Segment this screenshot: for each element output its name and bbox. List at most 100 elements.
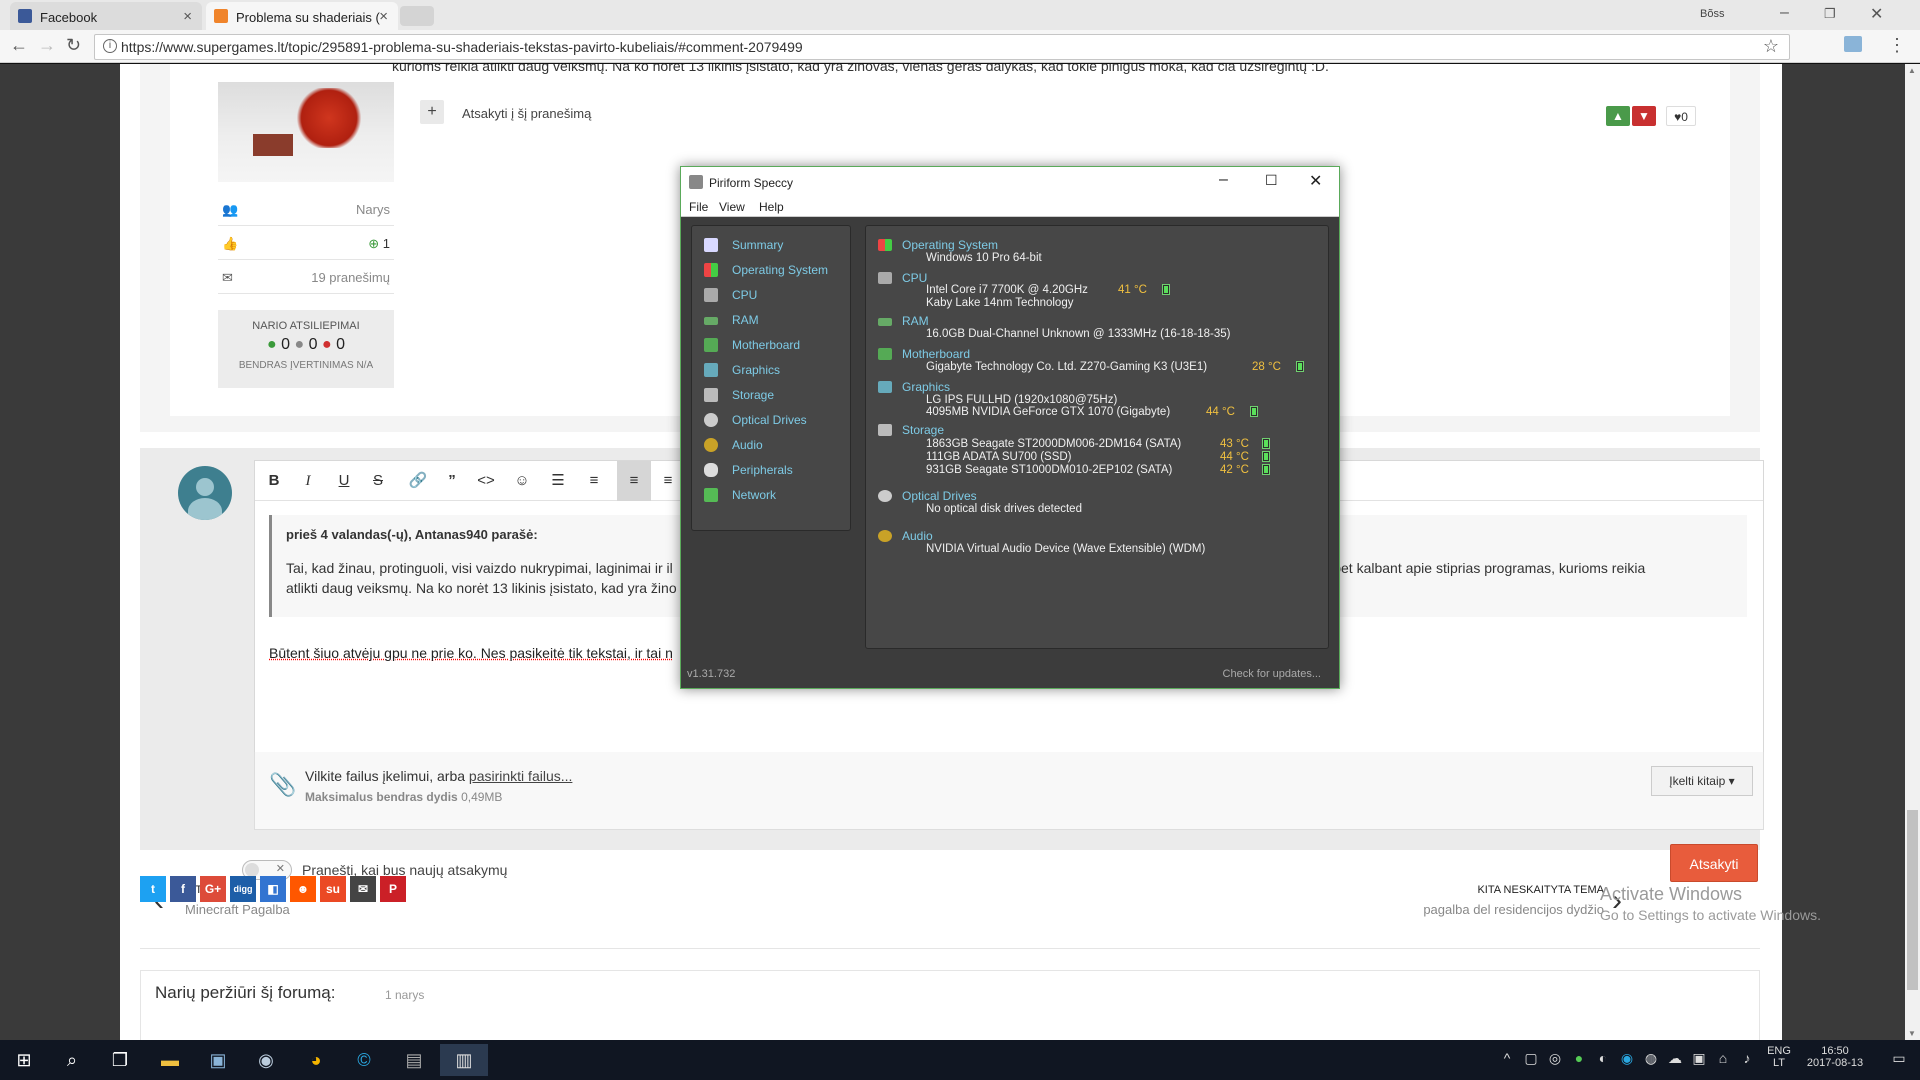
ccleaner-icon[interactable]: © xyxy=(340,1044,388,1076)
onedrive-icon[interactable]: ☁ xyxy=(1666,1050,1684,1068)
upvote-button[interactable]: ▲ xyxy=(1606,106,1630,126)
menu-view[interactable]: View xyxy=(719,200,745,214)
task-view-icon[interactable]: ❐ xyxy=(96,1044,144,1076)
section-ram[interactable]: RAM xyxy=(878,314,929,328)
bold-button[interactable]: B xyxy=(261,468,287,494)
sidebar-item-graphics[interactable]: Graphics xyxy=(704,363,780,383)
underline-button[interactable]: U xyxy=(331,468,357,494)
menu-file[interactable]: File xyxy=(689,200,708,214)
sidebar-item-cpu[interactable]: CPU xyxy=(704,288,757,308)
speccy-taskbar-icon[interactable]: ▥ xyxy=(440,1044,488,1076)
tray-icon[interactable]: ▢ xyxy=(1522,1050,1540,1068)
menu-help[interactable]: Help xyxy=(759,200,784,214)
like-button[interactable]: ♥0 xyxy=(1666,106,1696,126)
tray-icon[interactable]: ▣ xyxy=(1690,1050,1708,1068)
sidebar-item-audio[interactable]: Audio xyxy=(704,438,763,458)
facebook-share-button[interactable]: f xyxy=(170,876,196,902)
minimize-icon[interactable]: – xyxy=(1780,4,1789,22)
downvote-button[interactable]: ▼ xyxy=(1632,106,1656,126)
sidebar-item-ram[interactable]: RAM xyxy=(704,313,759,333)
multiquote-button[interactable]: + xyxy=(420,100,444,124)
align-left-icon[interactable]: ≡ xyxy=(617,461,651,501)
section-motherboard[interactable]: Motherboard xyxy=(878,347,970,361)
reply-to-post-link[interactable]: Atsakyti į šį pranešimą xyxy=(462,106,591,121)
choose-files-link[interactable]: pasirinkti failus... xyxy=(469,768,572,784)
strikethrough-button[interactable]: S xyxy=(365,468,391,494)
sidebar-item-storage[interactable]: Storage xyxy=(704,388,774,408)
notifications-icon[interactable]: ▭ xyxy=(1890,1050,1908,1068)
check-updates-link[interactable]: Check for updates... xyxy=(1223,668,1321,680)
sidebar-item-summary[interactable]: Summary xyxy=(704,238,783,258)
nvidia-tray-icon[interactable]: ● xyxy=(1570,1050,1588,1068)
section-storage[interactable]: Storage xyxy=(878,423,944,437)
sidebar-item-peripherals[interactable]: Peripherals xyxy=(704,463,793,483)
section-cpu[interactable]: CPU xyxy=(878,271,927,285)
tray-expand-icon[interactable]: ^ xyxy=(1498,1050,1516,1068)
tray-icon[interactable]: ◎ xyxy=(1546,1050,1564,1068)
info-icon[interactable]: i xyxy=(103,39,117,53)
network-tray-icon[interactable]: ⌂ xyxy=(1714,1050,1732,1068)
section-os[interactable]: Operating System xyxy=(878,238,998,252)
back-icon[interactable]: ← xyxy=(10,35,28,56)
next-title[interactable]: pagalba del residencijos dydžio xyxy=(1284,902,1604,917)
ccleaner-tray-icon[interactable]: ◉ xyxy=(1618,1050,1636,1068)
tray-icon[interactable]: ◐ xyxy=(1594,1050,1612,1068)
bullet-list-icon[interactable]: ☰ xyxy=(545,468,571,494)
numbered-list-icon[interactable]: ≡ xyxy=(581,468,607,494)
tab-facebook[interactable]: Facebook × xyxy=(10,2,202,30)
scrollbar-thumb[interactable] xyxy=(1907,810,1918,990)
address-bar[interactable]: i https://www.supergames.lt/topic/295891… xyxy=(94,34,1790,60)
sidebar-item-optical-drives[interactable]: Optical Drives xyxy=(704,413,807,433)
forward-icon[interactable]: → xyxy=(38,35,56,56)
app-icon[interactable]: ▤ xyxy=(390,1044,438,1076)
maximize-icon[interactable]: ☐ xyxy=(1265,172,1278,189)
link-icon[interactable]: 🔗 xyxy=(405,468,431,494)
twitter-share-button[interactable]: t xyxy=(140,876,166,902)
emoji-icon[interactable]: ☺ xyxy=(509,468,535,494)
sidebar-item-motherboard[interactable]: Motherboard xyxy=(704,338,800,358)
extension-icon[interactable] xyxy=(1844,36,1862,52)
code-icon[interactable]: <> xyxy=(473,468,499,494)
close-icon[interactable]: ✕ xyxy=(1309,171,1322,191)
search-icon[interactable]: ⌕ xyxy=(48,1044,96,1076)
digg-share-button[interactable]: digg xyxy=(230,876,256,902)
prev-title[interactable]: Minecraft Pagalba xyxy=(185,902,290,917)
file-explorer-icon[interactable]: ▬ xyxy=(146,1044,194,1076)
delicious-share-button[interactable]: ◧ xyxy=(260,876,286,902)
star-icon[interactable]: ☆ xyxy=(1763,36,1779,57)
section-audio[interactable]: Audio xyxy=(878,529,933,543)
close-tab-icon[interactable]: × xyxy=(183,8,192,25)
section-optical-drives[interactable]: Optical Drives xyxy=(878,489,977,503)
steam-icon[interactable]: ◉ xyxy=(242,1044,290,1076)
align-center-icon[interactable]: ≡ xyxy=(655,468,681,494)
other-upload-button[interactable]: Įkelti kitaip ▾ xyxy=(1651,766,1753,796)
italic-button[interactable]: I xyxy=(295,468,321,494)
email-share-button[interactable]: ✉ xyxy=(350,876,376,902)
section-graphics[interactable]: Graphics xyxy=(878,380,950,394)
upload-zone[interactable]: 📎 Vilkite failus įkelimui, arba pasirink… xyxy=(254,752,1764,830)
language-indicator[interactable]: ENG LT xyxy=(1766,1045,1792,1069)
reload-icon[interactable]: ↻ xyxy=(66,35,81,56)
chrome-icon[interactable]: ◕ xyxy=(292,1044,340,1076)
store-icon[interactable]: ▣ xyxy=(194,1044,242,1076)
stumbleupon-share-button[interactable]: su xyxy=(320,876,346,902)
tab-supergames[interactable]: Problema su shaderiais ( × xyxy=(206,2,398,30)
close-tab-icon[interactable]: × xyxy=(379,8,388,25)
steam-tray-icon[interactable]: ◍ xyxy=(1642,1050,1660,1068)
submit-reply-button[interactable]: Atsakyti xyxy=(1670,844,1758,882)
sidebar-item-network[interactable]: Network xyxy=(704,488,776,508)
new-tab-button[interactable] xyxy=(400,6,434,26)
google-plus-share-button[interactable]: G+ xyxy=(200,876,226,902)
menu-icon[interactable]: ⋮ xyxy=(1888,35,1906,56)
minimize-icon[interactable]: – xyxy=(1219,171,1228,189)
start-icon[interactable]: ⊞ xyxy=(0,1044,48,1076)
quote-icon[interactable]: ” xyxy=(439,468,465,494)
pinterest-share-button[interactable]: P xyxy=(380,876,406,902)
next-label[interactable]: KITA NESKAITYTA TEMA xyxy=(1354,884,1604,896)
volume-icon[interactable]: ♪ xyxy=(1738,1050,1756,1068)
clock[interactable]: 16:50 2017-08-13 xyxy=(1800,1045,1870,1069)
sidebar-item-operating-system[interactable]: Operating System xyxy=(704,263,828,283)
reddit-share-button[interactable]: ☻ xyxy=(290,876,316,902)
close-window-icon[interactable]: ✕ xyxy=(1870,4,1883,24)
profile-name[interactable]: Bõss xyxy=(1700,8,1724,20)
